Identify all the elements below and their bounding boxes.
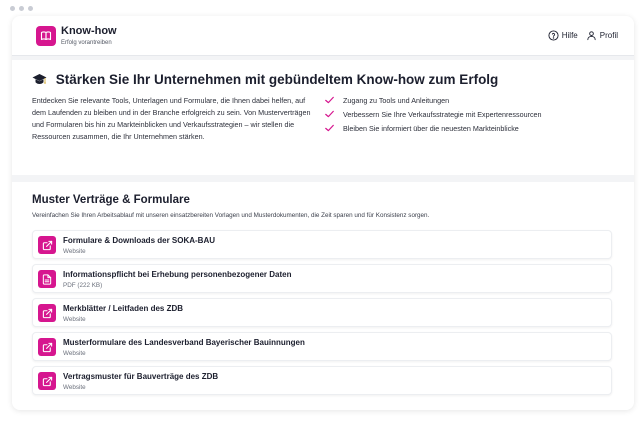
window-dot <box>28 6 33 11</box>
window-controls <box>10 6 33 11</box>
profile-label: Profil <box>599 31 618 40</box>
external-link-icon <box>38 338 56 356</box>
check-icon <box>325 124 334 132</box>
hero-card: Stärken Sie Ihr Unternehmen mit gebündel… <box>12 60 634 175</box>
resource-type: Website <box>63 384 86 391</box>
resource-item[interactable]: Musterformulare des Landesverband Bayeri… <box>32 332 612 361</box>
resource-type: PDF (222 KB) <box>63 282 103 289</box>
brand-subtitle: Erfolg vorantreiben <box>61 40 112 46</box>
benefit-text: Verbessern Sie Ihre Verkaufsstrategie mi… <box>343 109 542 119</box>
resource-item[interactable]: Merkblätter / Leitfaden des ZDB Website <box>32 298 612 327</box>
window-dot <box>10 6 15 11</box>
profile-link[interactable]: Profil <box>586 30 618 41</box>
resource-type: Website <box>63 350 86 357</box>
help-circle-icon <box>548 30 559 41</box>
external-link-icon <box>38 304 56 322</box>
resource-type: Website <box>63 316 86 323</box>
help-label: Hilfe <box>561 31 578 40</box>
section-subtitle: Vereinfachen Sie Ihren Arbeitsablauf mit… <box>32 212 430 219</box>
resource-title: Formulare & Downloads der SOKA-BAU <box>63 236 216 245</box>
graduation-cap-icon <box>32 73 47 89</box>
resource-title: Vertragsmuster für Bauverträge des ZDB <box>63 372 219 381</box>
resource-item[interactable]: Informationspflicht bei Erhebung persone… <box>32 264 612 293</box>
benefit-text: Zugang zu Tools und Anleitungen <box>343 95 450 105</box>
check-icon <box>325 110 334 118</box>
external-link-icon <box>38 236 56 254</box>
resource-type: Website <box>63 248 86 255</box>
resource-item[interactable]: Vertragsmuster für Bauverträge des ZDB W… <box>32 366 612 395</box>
hero-description: Entdecken Sie relevante Tools, Unterlage… <box>32 96 311 141</box>
resource-item[interactable]: Formulare & Downloads der SOKA-BAU Websi… <box>32 230 612 259</box>
section-title: Muster Verträge & Formulare <box>32 194 190 206</box>
book-icon[interactable] <box>36 26 56 46</box>
hero-title: Stärken Sie Ihr Unternehmen mit gebündel… <box>55 72 499 87</box>
check-icon <box>325 96 334 104</box>
window-dot <box>19 6 24 11</box>
app-window: Know-how Erfolg vorantreiben Hilfe Profi… <box>12 16 634 410</box>
resources-section: Muster Verträge & Formulare Vereinfachen… <box>12 182 634 410</box>
user-icon <box>587 31 596 41</box>
header: Know-how Erfolg vorantreiben Hilfe Profi… <box>12 16 634 56</box>
help-link[interactable]: Hilfe <box>548 30 578 41</box>
header-nav: Hilfe Profil <box>548 30 618 41</box>
benefit-text: Bleiben Sie informiert über die neuesten… <box>343 123 519 133</box>
external-link-icon <box>38 372 56 390</box>
document-icon <box>38 270 56 288</box>
benefit-item: Bleiben Sie informiert über die neuesten… <box>325 121 542 135</box>
benefit-list: Zugang zu Tools und Anleitungen Verbesse… <box>325 93 542 135</box>
resource-title: Merkblätter / Leitfaden des ZDB <box>63 304 184 313</box>
benefit-item: Zugang zu Tools und Anleitungen <box>325 93 542 107</box>
hero-heading: Stärken Sie Ihr Unternehmen mit gebündel… <box>32 72 498 89</box>
resource-title: Informationspflicht bei Erhebung persone… <box>63 270 292 279</box>
benefit-item: Verbessern Sie Ihre Verkaufsstrategie mi… <box>325 107 542 121</box>
resource-title: Musterformulare des Landesverband Bayeri… <box>63 338 305 347</box>
brand-title: Know-how <box>61 25 117 37</box>
